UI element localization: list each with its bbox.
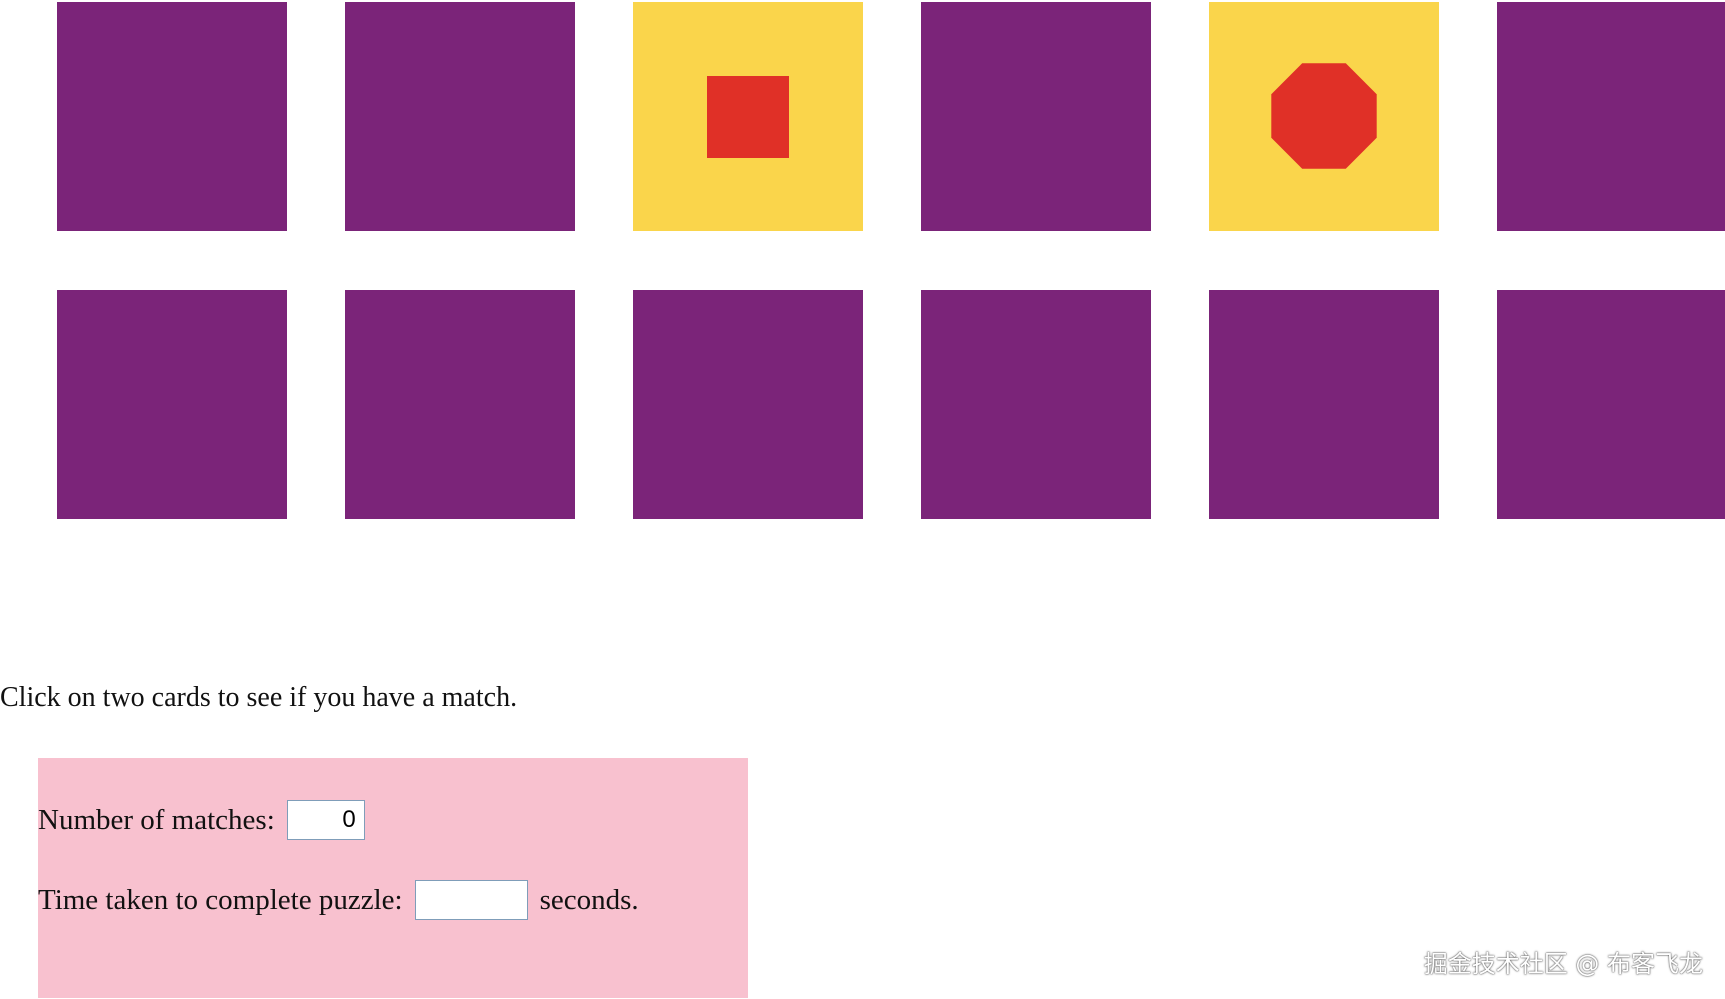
matches-label: Number of matches: [38, 803, 275, 836]
card-12[interactable] [1497, 290, 1725, 519]
card-4[interactable] [921, 2, 1151, 231]
card-7[interactable] [57, 290, 287, 519]
stats-panel [38, 758, 748, 998]
card-11[interactable] [1209, 290, 1439, 519]
card-9[interactable] [633, 290, 863, 519]
watermark: 掘金技术社区 @ 布客飞龙 [1423, 950, 1703, 978]
card-5[interactable] [1209, 2, 1439, 231]
card-6[interactable] [1497, 2, 1725, 231]
card-3[interactable] [633, 2, 863, 231]
square-shape-mark [707, 76, 789, 158]
card-board [0, 0, 1725, 540]
time-label: Time taken to complete puzzle: [38, 883, 403, 916]
card-2[interactable] [345, 2, 575, 231]
card-10[interactable] [921, 290, 1151, 519]
time-unit-label: seconds. [539, 883, 639, 916]
time-field[interactable] [414, 880, 528, 920]
card-1[interactable] [57, 2, 287, 231]
card-8[interactable] [345, 290, 575, 519]
octagon-shape-mark [1271, 63, 1377, 169]
octagon-shape [1271, 63, 1377, 169]
matches-field[interactable] [286, 800, 365, 840]
square-shape [707, 76, 789, 158]
time-row: Time taken to complete puzzle: seconds. [38, 880, 639, 920]
instruction-text: Click on two cards to see if you have a … [0, 682, 518, 713]
matches-row: Number of matches: [38, 800, 365, 840]
